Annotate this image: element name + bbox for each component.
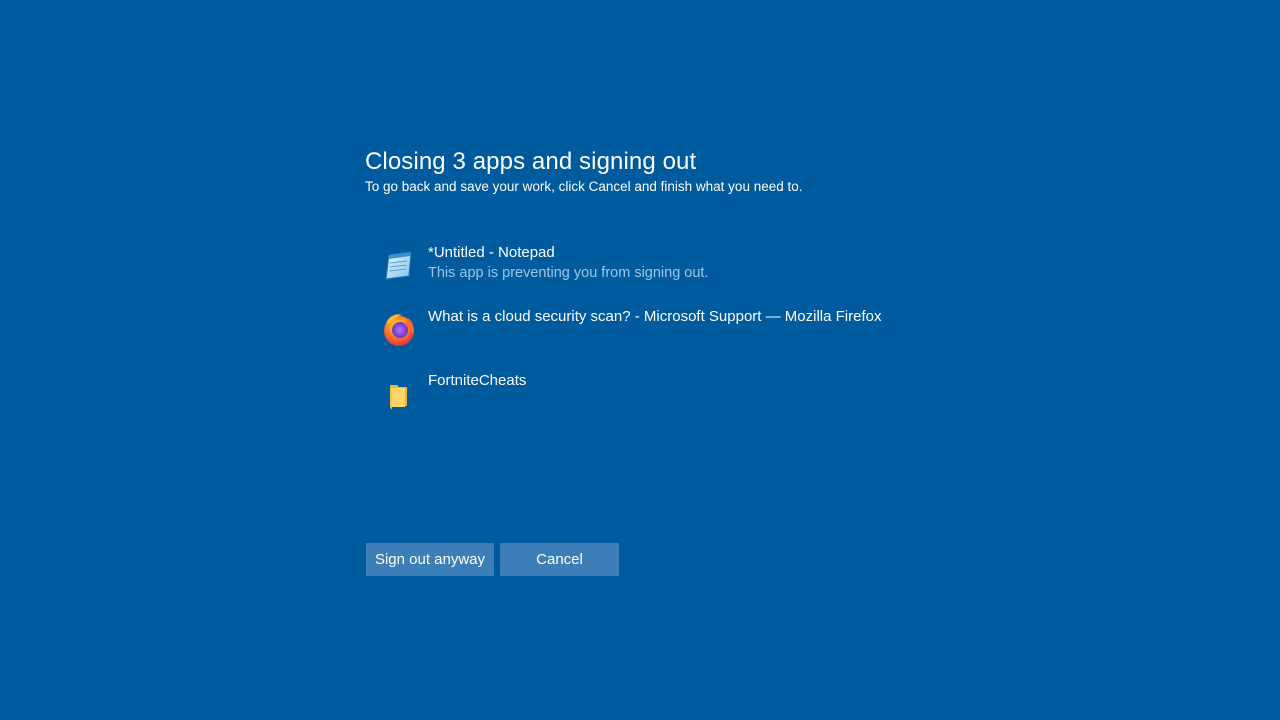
app-name: FortniteCheats [428,372,527,389]
sign-out-anyway-button[interactable]: Sign out anyway [366,543,494,576]
app-name: *Untitled - Notepad [428,244,555,261]
app-name: What is a cloud security scan? - Microso… [428,308,882,325]
app-item-notepad: *Untitled - Notepad This app is preventi… [380,242,1080,306]
sign-out-dialog-header: Closing 3 apps and signing out To go bac… [365,146,1065,196]
sign-out-screen: Closing 3 apps and signing out To go bac… [0,0,1280,720]
dialog-title: Closing 3 apps and signing out [365,148,697,175]
open-apps-list: *Untitled - Notepad This app is preventi… [380,242,1080,434]
notepad-icon [380,246,418,284]
app-item-folder: FortniteCheats [380,370,1080,434]
app-status: This app is preventing you from signing … [428,265,709,281]
firefox-icon [380,310,418,348]
cancel-button[interactable]: Cancel [500,543,619,576]
app-item-firefox: What is a cloud security scan? - Microso… [380,306,1080,370]
folder-icon [380,374,418,412]
dialog-subtitle: To go back and save your work, click Can… [365,179,803,194]
